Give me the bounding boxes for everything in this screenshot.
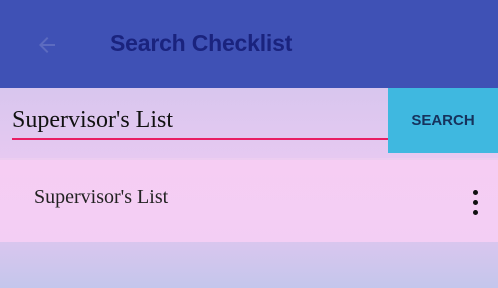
search-input[interactable]: [12, 102, 388, 140]
empty-list-area: [0, 242, 498, 288]
search-button[interactable]: SEARCH: [388, 88, 498, 153]
arrow-left-icon: [39, 37, 55, 53]
search-bar: SEARCH: [0, 88, 498, 158]
app-bar: Search Checklist: [0, 0, 498, 88]
page-title: Search Checklist: [110, 30, 293, 56]
list-item[interactable]: Supervisor's List: [0, 160, 498, 242]
list-item-label: Supervisor's List: [34, 186, 169, 208]
back-button[interactable]: [30, 28, 64, 62]
more-vert-icon[interactable]: [460, 182, 490, 222]
